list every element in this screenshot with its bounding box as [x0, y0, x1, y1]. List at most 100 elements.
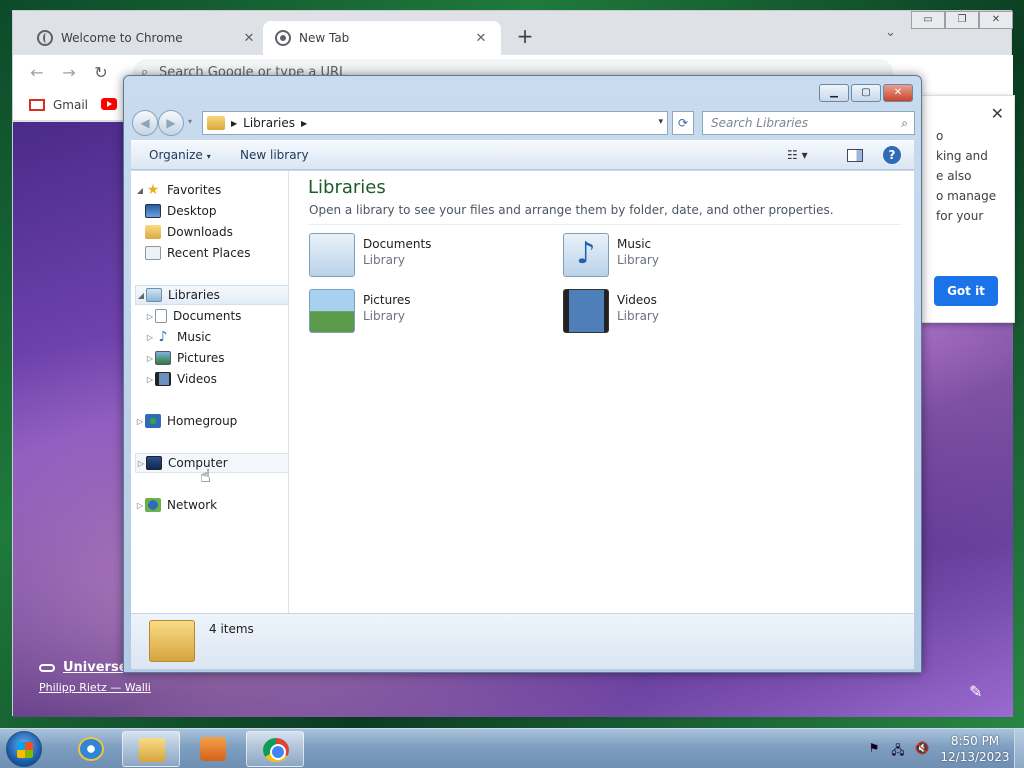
tab-search-icon[interactable]: ⌄ [885, 25, 896, 40]
expander-icon[interactable]: ▷ [136, 459, 146, 468]
action-center-flag-icon[interactable]: ⚑ [866, 741, 882, 762]
maximize-button[interactable]: ▢ [851, 84, 881, 102]
taskbar: ⚑ 🖧 🔇 8:50 PM 12/13/2023 [0, 728, 1024, 768]
recent-pages-dropdown[interactable]: ▾ [188, 117, 192, 126]
divider [309, 224, 901, 225]
close-icon[interactable]: ✕ [991, 104, 1004, 123]
tree-label: Recent Places [167, 246, 251, 260]
close-button[interactable]: ✕ [883, 84, 913, 102]
address-dropdown-icon[interactable]: ▾ [658, 117, 663, 127]
taskbar-internet-explorer[interactable] [62, 731, 120, 767]
popup-text: o king and e also o manage for your [936, 126, 996, 226]
restore-icon[interactable]: ❐ [945, 11, 979, 29]
tree-pictures[interactable]: ▷ Pictures [145, 348, 301, 368]
minimize-icon[interactable]: ▭ [911, 11, 945, 29]
new-library-button[interactable]: New library [240, 148, 309, 162]
breadcrumb-arrow-icon[interactable]: ▶ [231, 119, 237, 128]
libraries-icon [207, 116, 225, 130]
new-tab-button[interactable]: + [513, 25, 537, 49]
tree-label: Computer [168, 456, 228, 470]
network-icon[interactable]: 🖧 [890, 741, 906, 762]
page-description: Open a library to see your files and arr… [309, 203, 834, 217]
close-icon[interactable]: ✕ [979, 11, 1013, 29]
expander-icon[interactable]: ▷ [145, 333, 155, 342]
library-videos[interactable]: Videos Library [563, 287, 793, 335]
tree-desktop[interactable]: Desktop [145, 201, 301, 221]
command-bar: Organize ▾ New library ☷ ▾ ? [131, 140, 914, 170]
taskbar-chrome[interactable] [246, 731, 304, 767]
search-icon: ⌕ [901, 116, 908, 130]
tree-homegroup[interactable]: ▷ Homegroup [135, 411, 291, 431]
expander-icon[interactable]: ▷ [135, 417, 145, 426]
page-title: Libraries [308, 177, 386, 198]
tab-close-icon[interactable]: ✕ [473, 31, 489, 46]
globe-icon [37, 30, 53, 46]
expander-icon[interactable]: ▷ [145, 312, 155, 321]
bookmark-youtube[interactable] [101, 98, 117, 110]
minimize-button[interactable]: ▁ [819, 84, 849, 102]
expander-icon[interactable]: ◢ [135, 186, 145, 195]
tree-recent-places[interactable]: Recent Places [145, 243, 301, 263]
music-library-icon: ♪ [563, 233, 609, 277]
pencil-icon[interactable]: ✎ [969, 682, 982, 701]
library-name: Videos [617, 293, 657, 307]
navigation-bar: ◀ ▶ ▾ ▶ Libraries ▶ ▾ ⟳ Search Libraries… [132, 110, 915, 138]
organize-label: Organize [149, 148, 203, 162]
preview-pane-icon[interactable] [847, 149, 863, 162]
tree-network[interactable]: ▷ Network [135, 495, 291, 515]
taskbar-media-player[interactable] [184, 731, 242, 767]
tree-music[interactable]: ▷ ♪ Music [145, 327, 301, 347]
back-button[interactable]: ◀ [132, 110, 158, 136]
refresh-button[interactable]: ⟳ [672, 111, 694, 135]
show-desktop-button[interactable] [1014, 729, 1024, 768]
tree-favorites[interactable]: ◢ ★ Favorites [135, 180, 291, 200]
forward-button[interactable]: ▶ [158, 110, 184, 136]
back-arrow-icon[interactable]: ← [27, 63, 47, 83]
chrome-tab-strip: Welcome to Chrome ✕ New Tab ✕ + ⌄ ▭ ❐ ✕ [13, 11, 1013, 55]
library-documents[interactable]: Documents Library [309, 231, 539, 279]
taskbar-file-explorer[interactable] [122, 731, 180, 767]
videos-library-icon [563, 289, 609, 333]
tree-documents[interactable]: ▷ Documents [145, 306, 301, 326]
breadcrumb-libraries[interactable]: Libraries [243, 116, 295, 130]
help-icon[interactable]: ? [883, 146, 901, 164]
start-button[interactable] [6, 731, 42, 767]
clock-time: 8:50 PM [950, 734, 1000, 748]
popup-line: o manage [936, 189, 997, 203]
details-pane: 4 items [131, 613, 914, 669]
organize-button[interactable]: Organize ▾ [149, 148, 211, 162]
tab-close-icon[interactable]: ✕ [241, 31, 257, 46]
expander-icon[interactable]: ▷ [135, 501, 145, 510]
tree-computer[interactable]: ▷ Computer [135, 453, 289, 473]
bookmark-gmail[interactable]: Gmail [29, 98, 88, 112]
media-player-icon [200, 737, 226, 761]
tree-label: Videos [177, 372, 217, 386]
tree-libraries[interactable]: ◢ Libraries [135, 285, 289, 305]
libraries-icon [146, 288, 162, 302]
tree-label: Downloads [167, 225, 233, 239]
breadcrumb-arrow-icon[interactable]: ▶ [301, 119, 307, 128]
tab-welcome-to-chrome[interactable]: Welcome to Chrome ✕ [25, 21, 269, 55]
background-author-link[interactable]: Philipp Rietz — Walli [39, 681, 151, 694]
expander-icon[interactable]: ▷ [145, 354, 155, 363]
tree-downloads[interactable]: Downloads [145, 222, 301, 242]
reload-icon[interactable]: ↻ [91, 63, 111, 83]
search-input[interactable]: Search Libraries ⌕ [702, 111, 915, 135]
expander-icon[interactable]: ◢ [136, 291, 146, 300]
library-name: Music [617, 237, 652, 251]
got-it-button[interactable]: Got it [934, 276, 998, 306]
library-music[interactable]: ♪ Music Library [563, 231, 793, 279]
tab-new-tab[interactable]: New Tab ✕ [263, 21, 501, 55]
expander-icon[interactable]: ▷ [145, 375, 155, 384]
clock[interactable]: 8:50 PM 12/13/2023 [940, 733, 1010, 765]
item-count: 4 items [209, 622, 254, 636]
library-pictures[interactable]: Pictures Library [309, 287, 539, 335]
explorer-window: ▁ ▢ ✕ ◀ ▶ ▾ ▶ Libraries ▶ ▾ ⟳ Search Lib… [123, 75, 922, 673]
tree-videos[interactable]: ▷ Videos [145, 369, 301, 389]
tree-label: Pictures [177, 351, 225, 365]
forward-arrow-icon[interactable]: → [59, 63, 79, 83]
change-view-icon[interactable]: ☷ ▾ [787, 148, 808, 162]
recent-places-icon [145, 246, 161, 260]
volume-muted-icon[interactable]: 🔇 [914, 741, 930, 762]
address-bar[interactable]: ▶ Libraries ▶ ▾ [202, 111, 668, 135]
